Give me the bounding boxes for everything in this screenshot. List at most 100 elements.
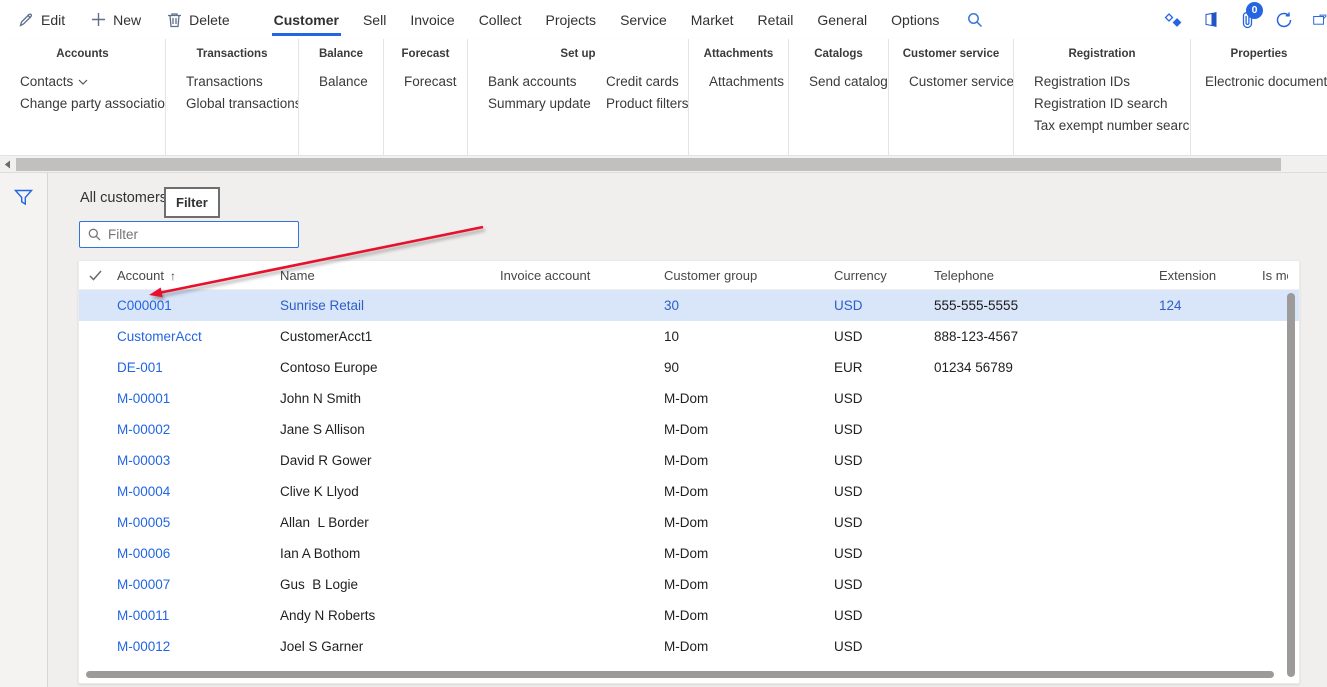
sort-ascending-icon: ↑ [170,269,176,283]
change-party-association-button[interactable]: Change party association [0,93,165,115]
table-row[interactable]: M-00006 Ian A Bothom M-Dom USD [79,538,1299,569]
column-header-is-mobile[interactable]: Is mo [1262,268,1288,283]
currency-cell: USD [834,608,934,623]
table-row[interactable]: CustomerAcct CustomerAcct1 10 USD 888-12… [79,321,1299,352]
name-cell[interactable]: David R Gower [280,453,500,468]
name-cell[interactable]: Clive K Llyod [280,484,500,499]
name-cell[interactable]: Contoso Europe [280,360,500,375]
account-link[interactable]: M-00012 [117,639,280,654]
summary-update-button[interactable]: Summary update [468,93,586,115]
table-row[interactable]: M-00004 Clive K Llyod M-Dom USD [79,476,1299,507]
grid-horizontal-scrollbar-thumb[interactable] [86,671,1274,678]
table-row[interactable]: M-00005 Allan L Border M-Dom USD [79,507,1299,538]
account-link[interactable]: C000001 [117,298,280,313]
column-header-extension[interactable]: Extension [1159,268,1262,283]
contacts-menu-button[interactable]: Contacts [0,71,165,93]
column-header-invoice-account[interactable]: Invoice account [500,268,664,283]
delete-button-label: Delete [189,12,229,28]
tab-projects[interactable]: Projects [533,0,608,39]
tab-service[interactable]: Service [608,0,679,39]
pencil-icon [18,12,34,28]
delete-button[interactable]: Delete [167,12,229,28]
account-link[interactable]: M-00001 [117,391,280,406]
name-cell[interactable]: Sunrise Retail [280,298,500,313]
registration-id-search-button[interactable]: Registration ID search [1014,93,1190,115]
tab-invoice[interactable]: Invoice [398,0,466,39]
table-row[interactable]: M-00007 Gus B Logie M-Dom USD [79,569,1299,600]
account-link[interactable]: M-00004 [117,484,280,499]
tax-exempt-number-search-button[interactable]: Tax exempt number search [1014,115,1190,137]
table-row[interactable]: C000001 Sunrise Retail 30 USD 555-555-55… [79,290,1299,321]
name-cell[interactable]: Andy N Roberts [280,608,500,623]
account-link[interactable]: M-00011 [117,608,280,623]
office-app-icon[interactable] [1203,11,1220,28]
new-button[interactable]: New [91,12,141,28]
table-row[interactable]: M-00012 Joel S Garner M-Dom USD [79,631,1299,662]
name-cell[interactable]: Joel S Garner [280,639,500,654]
table-row[interactable]: M-00011 Andy N Roberts M-Dom USD [79,600,1299,631]
ribbon-group-registration: Registration Registration IDs Registrati… [1013,39,1190,155]
registration-ids-button[interactable]: Registration IDs [1014,71,1190,93]
edit-button[interactable]: Edit [18,12,65,28]
table-row[interactable]: DE-001 Contoso Europe 90 EUR 01234 56789 [79,352,1299,383]
filter-tooltip: Filter [164,187,220,218]
customer-group-cell: M-Dom [664,391,834,406]
refresh-icon[interactable] [1275,11,1293,29]
transactions-button[interactable]: Transactions [166,71,298,93]
send-catalog-button[interactable]: Send catalog [789,71,888,93]
account-link[interactable]: M-00002 [117,422,280,437]
account-link[interactable]: CustomerAcct [117,329,280,344]
electronic-document-properties-button[interactable]: Electronic document pro [1191,71,1327,93]
balance-button[interactable]: Balance [299,71,383,93]
attachments-icon[interactable]: 0 [1240,11,1255,29]
ribbon-group-setup: Set up Bank accounts Summary update Cred… [467,39,688,155]
table-row[interactable]: M-00002 Jane S Allison M-Dom USD [79,414,1299,445]
tab-retail[interactable]: Retail [746,0,806,39]
account-link[interactable]: M-00006 [117,546,280,561]
grid-vertical-scrollbar-thumb[interactable] [1287,293,1295,677]
tab-collect[interactable]: Collect [467,0,534,39]
tab-sell[interactable]: Sell [351,0,398,39]
filter-funnel-icon[interactable] [14,189,33,206]
tab-options[interactable]: Options [879,0,951,39]
name-cell[interactable]: Gus B Logie [280,577,500,592]
customer-service-button[interactable]: Customer service [889,71,1013,93]
account-link[interactable]: M-00003 [117,453,280,468]
scroll-left-button[interactable] [0,157,15,172]
popout-icon[interactable] [1313,12,1327,28]
name-cell[interactable]: John N Smith [280,391,500,406]
chevron-down-icon [78,79,88,85]
attachments-button[interactable]: Attachments [689,71,788,93]
horizontal-scrollbar-thumb[interactable] [16,158,1281,171]
tab-general[interactable]: General [805,0,879,39]
filter-input[interactable] [108,227,290,242]
account-link[interactable]: M-00007 [117,577,280,592]
column-header-telephone[interactable]: Telephone [934,268,1159,283]
tab-customer[interactable]: Customer [262,0,351,39]
name-cell[interactable]: Allan L Border [280,515,500,530]
column-header-name[interactable]: Name [280,268,500,283]
sparkle-diamonds-icon[interactable] [1163,12,1183,28]
customer-group-cell: M-Dom [664,546,834,561]
credit-cards-button[interactable]: Credit cards [586,71,688,93]
column-header-account[interactable]: Account↑ [117,268,280,283]
global-transactions-button[interactable]: Global transactions [166,93,298,115]
ribbon-search-icon[interactable] [967,0,983,39]
product-filters-button[interactable]: Product filters [586,93,688,115]
column-header-customer-group[interactable]: Customer group [664,268,834,283]
account-link[interactable]: M-00005 [117,515,280,530]
account-link[interactable]: DE-001 [117,360,280,375]
table-row[interactable]: M-00003 David R Gower M-Dom USD [79,445,1299,476]
bank-accounts-button[interactable]: Bank accounts [468,71,586,93]
ribbon-group-title: Set up [468,48,688,60]
name-cell[interactable]: CustomerAcct1 [280,329,500,344]
currency-cell: USD [834,577,934,592]
table-row[interactable]: M-00001 John N Smith M-Dom USD [79,383,1299,414]
tab-market[interactable]: Market [679,0,746,39]
name-cell[interactable]: Ian A Bothom [280,546,500,561]
select-all-check-icon[interactable] [79,270,117,281]
name-cell[interactable]: Jane S Allison [280,422,500,437]
column-header-currency[interactable]: Currency [834,268,934,283]
customer-group-cell: M-Dom [664,515,834,530]
forecast-button[interactable]: Forecast [384,71,467,93]
